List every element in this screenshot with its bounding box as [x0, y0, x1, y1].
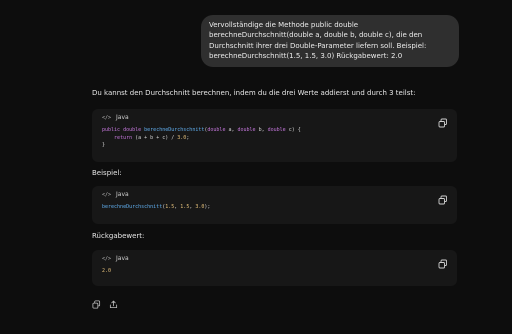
- code-line: return (a + b + c) / 3.0;: [102, 135, 301, 143]
- code-language-label: Java: [116, 191, 129, 198]
- code-line: 2.0: [102, 268, 111, 276]
- code-token: berechneDurchschnitt: [102, 204, 163, 210]
- code-line: }: [102, 142, 301, 150]
- example-label: Beispiel:: [92, 169, 122, 177]
- user-message-text: Vervollständige die Methode public doubl…: [209, 21, 427, 60]
- code-token: ;: [186, 134, 190, 141]
- code-token: 1.5: [165, 204, 175, 210]
- code-token: return: [114, 134, 136, 141]
- code-token: double: [207, 127, 229, 133]
- code-token: public: [102, 127, 124, 133]
- code-token: double: [267, 127, 289, 133]
- code-brackets-icon: </>: [102, 192, 112, 198]
- code-token: );: [204, 204, 211, 210]
- code-token: double: [123, 127, 145, 133]
- code-language-label: Java: [116, 114, 129, 121]
- code-line: berechneDurchschnitt(1.5, 1.5, 3.0);: [102, 204, 210, 212]
- code-brackets-icon: </>: [102, 256, 112, 262]
- copy-code-button[interactable]: [438, 254, 448, 269]
- code-token: 2.0: [102, 268, 112, 274]
- copy-message-button[interactable]: [92, 294, 101, 309]
- code-token: }: [102, 142, 106, 149]
- copy-code-button[interactable]: [438, 113, 448, 128]
- code-block-result: </> Java 2.0: [92, 250, 457, 286]
- code-content: berechneDurchschnitt(1.5, 1.5, 3.0);: [102, 204, 210, 212]
- code-line: public double berechneDurchschnitt(doubl…: [102, 127, 301, 135]
- copy-icon: [92, 300, 101, 309]
- code-token: berechneDurchschnitt: [144, 127, 205, 133]
- code-token: a,: [228, 127, 238, 133]
- code-token: b,: [258, 127, 268, 133]
- message-actions: [92, 294, 118, 309]
- copy-icon: [438, 118, 447, 128]
- code-content: public double berechneDurchschnitt(doubl…: [102, 127, 301, 150]
- code-token: c) {: [288, 127, 301, 133]
- share-icon: [109, 300, 118, 309]
- code-block-method: </> Java public double berechneDurchschni…: [92, 109, 457, 162]
- share-button[interactable]: [109, 294, 118, 309]
- code-block-header: </> Java: [102, 114, 129, 122]
- code-brackets-icon: </>: [102, 115, 112, 121]
- code-block-example: </> Java berechneDurchschnitt(1.5, 1.5, 3…: [92, 186, 457, 224]
- code-token: (a + b + c) /: [135, 134, 178, 141]
- copy-icon: [438, 195, 447, 205]
- code-token: 1.5: [180, 204, 190, 210]
- code-content: 2.0: [102, 268, 111, 276]
- chat-page: Vervollständige die Methode public doubl…: [0, 0, 512, 334]
- user-message-bubble: Vervollständige die Methode public doubl…: [201, 15, 459, 68]
- code-block-header: </> Java: [102, 255, 129, 263]
- code-language-label: Java: [116, 255, 129, 262]
- return-value-label: Rückgabewert:: [92, 232, 145, 240]
- code-block-header: </> Java: [102, 191, 129, 199]
- copy-icon: [438, 259, 447, 269]
- assistant-intro-text: Du kannst den Durchschnitt berechnen, in…: [92, 89, 416, 97]
- code-token: double: [237, 127, 259, 133]
- code-token: 3.0: [177, 134, 187, 141]
- copy-code-button[interactable]: [438, 190, 448, 205]
